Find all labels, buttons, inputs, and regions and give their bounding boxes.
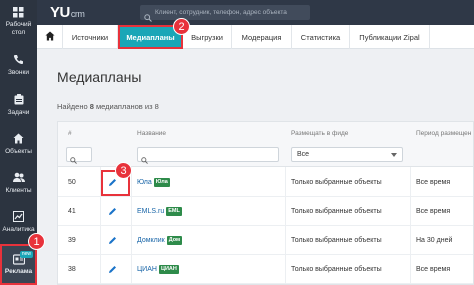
source-tag: Дом	[166, 236, 183, 245]
row-name[interactable]: Юла Юла	[137, 168, 170, 197]
row-period: Все время	[416, 179, 451, 186]
tab-moderation[interactable]: Модерация	[232, 25, 292, 49]
mediaplan-name[interactable]: ЦИАН	[137, 266, 157, 273]
grid-icon	[13, 6, 25, 18]
sidebar-item-objects[interactable]: Объекты	[0, 125, 37, 163]
column-header-period[interactable]: Период размещен	[416, 130, 471, 137]
top-header: YUcrm Клиент, сотрудник, телефон, адрес …	[37, 0, 474, 25]
callout-badge: 1	[28, 233, 45, 250]
row-period: На 30 дней	[416, 237, 453, 244]
pencil-icon	[108, 236, 117, 245]
home-icon	[13, 133, 25, 145]
sidebar-item-dashboard[interactable]: Рабочий стол	[0, 2, 37, 40]
sidebar-item-clients[interactable]: Клиенты	[0, 164, 37, 202]
source-tag: Юла	[153, 178, 170, 187]
edit-button[interactable]	[108, 255, 117, 284]
logo-text: YU	[50, 4, 70, 21]
column-header-id[interactable]: #	[68, 130, 72, 137]
row-period: Все время	[416, 208, 451, 215]
mediaplan-name[interactable]: EMLS.ru	[137, 208, 164, 215]
table-header: # Название Размещать в фиде Период разме…	[58, 122, 473, 167]
tab-bar: Источники Медиапланы Выгрузки Модерация …	[37, 25, 474, 49]
app-logo[interactable]: YUcrm	[50, 4, 85, 21]
tab-exports[interactable]: Выгрузки	[183, 25, 232, 49]
search-icon	[70, 151, 77, 164]
sidebar-item-label: Задачи	[7, 108, 30, 116]
tab-zipal-publications[interactable]: Публикации Zipal	[350, 25, 430, 49]
tab-statistics[interactable]: Статистика	[292, 25, 350, 49]
found-prefix: Найдено	[57, 102, 90, 111]
search-icon	[141, 151, 148, 164]
sidebar-item-label: Рабочий стол	[5, 21, 32, 36]
sidebar-item-ads[interactable]: new Реклама	[0, 244, 37, 285]
search-input[interactable]: Клиент, сотрудник, телефон, адрес объект…	[140, 5, 310, 22]
table-row[interactable]: 38 ЦИАН ЦИАН Только выбранные объекты Все…	[58, 255, 473, 284]
found-suffix: медиапланов из 8	[93, 102, 159, 111]
search-icon	[144, 9, 152, 22]
callout-badge: 3	[115, 162, 132, 179]
row-name[interactable]: Домклик Дом	[137, 226, 183, 255]
table-row[interactable]: 41 EMLS.ru EML Только выбранные объекты В…	[58, 197, 473, 226]
mediaplans-table: # Название Размещать в фиде Период разме…	[57, 121, 474, 285]
row-name[interactable]: EMLS.ru EML	[137, 197, 182, 226]
row-feed: Только выбранные объекты	[291, 237, 382, 244]
source-tag: EML	[166, 207, 182, 216]
feed-filter-select[interactable]: Все	[291, 147, 403, 162]
row-id: 41	[68, 208, 76, 215]
search-placeholder: Клиент, сотрудник, телефон, адрес объект…	[155, 9, 287, 16]
row-feed: Только выбранные объекты	[291, 179, 382, 186]
users-icon	[12, 172, 25, 184]
row-id: 39	[68, 237, 76, 244]
sidebar-item-label: Клиенты	[5, 186, 32, 194]
row-id: 38	[68, 266, 76, 273]
sidebar-item-label: Реклама	[4, 268, 33, 276]
sidebar-item-calls[interactable]: Звонки	[0, 46, 37, 84]
home-icon	[44, 31, 55, 43]
chevron-down-icon	[391, 153, 397, 157]
results-count: Найдено 8 медиапланов из 8	[57, 102, 159, 111]
column-header-name[interactable]: Название	[137, 130, 166, 137]
phone-icon	[13, 54, 25, 66]
logo-suffix: crm	[70, 9, 85, 19]
mediaplan-name[interactable]: Юла	[137, 179, 152, 186]
row-feed: Только выбранные объекты	[291, 266, 382, 273]
sidebar-item-tasks[interactable]: Задачи	[0, 86, 37, 124]
source-tag: ЦИАН	[158, 265, 179, 274]
feed-filter-value: Все	[297, 151, 310, 158]
page-title: Медиапланы	[57, 69, 142, 85]
edit-button[interactable]	[108, 197, 117, 226]
id-filter-input[interactable]	[66, 147, 92, 164]
clipboard-icon	[13, 94, 25, 106]
callout-badge: 2	[173, 18, 190, 35]
sidebar-item-label: Звонки	[8, 68, 29, 76]
column-header-feed[interactable]: Размещать в фиде	[291, 130, 348, 137]
new-badge: new	[19, 251, 33, 258]
chart-icon	[13, 211, 25, 223]
tab-sources[interactable]: Источники	[63, 25, 118, 49]
row-period: Все время	[416, 266, 451, 273]
table-row[interactable]: 39 Домклик Дом Только выбранные объекты Н…	[58, 226, 473, 255]
pencil-icon	[108, 207, 117, 216]
row-feed: Только выбранные объекты	[291, 208, 382, 215]
row-name[interactable]: ЦИАН ЦИАН	[137, 255, 179, 284]
sidebar-item-label: Объекты	[5, 147, 32, 155]
tab-home[interactable]	[37, 25, 63, 49]
mediaplan-name[interactable]: Домклик	[137, 237, 165, 244]
row-id: 50	[68, 179, 76, 186]
edit-button[interactable]	[108, 226, 117, 255]
sidebar-item-label: Аналитика	[2, 225, 35, 233]
pencil-icon	[108, 265, 117, 274]
name-filter-input[interactable]	[137, 147, 279, 164]
